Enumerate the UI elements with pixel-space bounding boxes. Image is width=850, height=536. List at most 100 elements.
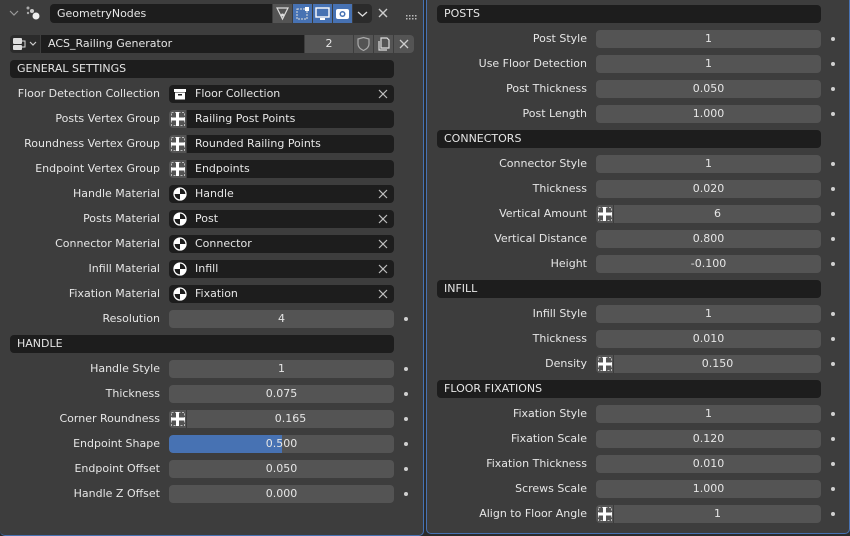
- remove-modifier-button[interactable]: [376, 6, 390, 23]
- edit-mode-icon: [276, 7, 289, 21]
- connector-material-field[interactable]: Connector: [169, 235, 394, 253]
- posts-vertex-group-field[interactable]: Railing Post Points: [169, 110, 394, 128]
- attribute-toggle-button[interactable]: [169, 160, 187, 178]
- property-label: Thickness: [105, 387, 160, 400]
- keyframe-dot-icon[interactable]: [831, 237, 835, 241]
- field-value: 0.050: [265, 462, 298, 475]
- posts-material-field[interactable]: Post: [169, 210, 394, 228]
- keyframe-dot-icon[interactable]: [831, 62, 835, 66]
- keyframe-dot-icon[interactable]: [831, 437, 835, 441]
- infill-style-field[interactable]: 1: [596, 305, 821, 323]
- keyframe-dot-icon[interactable]: [831, 462, 835, 466]
- endpoint-vertex-group-field[interactable]: Endpoints: [169, 160, 394, 178]
- keyframe-dot-icon[interactable]: [404, 492, 408, 496]
- align-to-floor-angle-field[interactable]: 1: [596, 505, 821, 523]
- fixation-thickness-field[interactable]: 0.010: [596, 455, 821, 473]
- keyframe-dot-icon[interactable]: [831, 187, 835, 191]
- section-header-handle[interactable]: HANDLE: [10, 335, 394, 353]
- fixation-material-field[interactable]: Fixation: [169, 285, 394, 303]
- clear-icon[interactable]: [378, 285, 388, 309]
- section-header-infill[interactable]: INFILL: [437, 280, 821, 298]
- keyframe-dot-icon[interactable]: [831, 37, 835, 41]
- keyframe-dot-icon[interactable]: [404, 442, 408, 446]
- field-value: 0.120: [692, 432, 725, 445]
- thickness-field[interactable]: 0.075: [169, 385, 394, 403]
- handle-z-offset-field[interactable]: 0.000: [169, 485, 394, 503]
- node-tree-icon: [13, 38, 37, 50]
- roundness-vertex-group-field[interactable]: Rounded Railing Points: [169, 135, 394, 153]
- keyframe-dot-icon[interactable]: [831, 162, 835, 166]
- attribute-toggle-button[interactable]: [596, 205, 614, 223]
- property-row-resolution: Resolution 4: [0, 310, 424, 328]
- fixation-style-field[interactable]: 1: [596, 405, 821, 423]
- clear-icon[interactable]: [378, 85, 388, 109]
- thickness-field[interactable]: 0.020: [596, 180, 821, 198]
- unlink-node-group-button[interactable]: [394, 35, 414, 53]
- clear-icon[interactable]: [378, 235, 388, 259]
- fixation-scale-field[interactable]: 0.120: [596, 430, 821, 448]
- keyframe-dot-icon[interactable]: [831, 312, 835, 316]
- floor-detection-collection-field[interactable]: Floor Collection: [169, 85, 394, 103]
- attribute-toggle-button[interactable]: [596, 355, 614, 373]
- keyframe-dot-icon[interactable]: [831, 412, 835, 416]
- keyframe-dot-icon[interactable]: [831, 112, 835, 116]
- close-icon: [378, 8, 388, 18]
- keyframe-dot-icon[interactable]: [404, 317, 408, 321]
- attribute-toggle-button[interactable]: [169, 110, 187, 128]
- post-length-field[interactable]: 1.000: [596, 105, 821, 123]
- collapse-chevron-icon[interactable]: [8, 7, 20, 22]
- clear-icon[interactable]: [378, 210, 388, 234]
- modifier-menu-dropdown[interactable]: [353, 4, 372, 23]
- keyframe-dot-icon[interactable]: [831, 487, 835, 491]
- node-group-name-field[interactable]: ACS_Railing Generator: [41, 35, 304, 53]
- users-count[interactable]: 2: [305, 35, 353, 53]
- attribute-toggle-button[interactable]: [169, 410, 187, 428]
- keyframe-dot-icon[interactable]: [831, 512, 835, 516]
- section-header-general-settings[interactable]: GENERAL SETTINGS: [10, 60, 394, 78]
- section-header-posts[interactable]: POSTS: [437, 5, 821, 23]
- handle-material-field[interactable]: Handle: [169, 185, 394, 203]
- render-toggle[interactable]: [333, 4, 352, 23]
- post-thickness-field[interactable]: 0.050: [596, 80, 821, 98]
- cage-toggle[interactable]: [293, 4, 312, 23]
- keyframe-dot-icon[interactable]: [404, 392, 408, 396]
- thickness-field[interactable]: 0.010: [596, 330, 821, 348]
- property-label: Post Length: [522, 107, 587, 120]
- vertical-amount-field[interactable]: 6: [596, 205, 821, 223]
- screws-scale-field[interactable]: 1.000: [596, 480, 821, 498]
- attribute-toggle-button[interactable]: [169, 135, 187, 153]
- modifier-name-field[interactable]: GeometryNodes: [50, 4, 272, 23]
- endpoint-offset-field[interactable]: 0.050: [169, 460, 394, 478]
- vertical-distance-field[interactable]: 0.800: [596, 230, 821, 248]
- connector-style-field[interactable]: 1: [596, 155, 821, 173]
- post-style-field[interactable]: 1: [596, 30, 821, 48]
- keyframe-dot-icon[interactable]: [404, 417, 408, 421]
- endpoint-shape-slider[interactable]: 0.500: [169, 435, 394, 453]
- resolution-field[interactable]: 4: [169, 310, 394, 328]
- keyframe-dot-icon[interactable]: [831, 262, 835, 266]
- section-header-floor-fixations[interactable]: FLOOR FIXATIONS: [437, 380, 821, 398]
- corner-roundness-field[interactable]: 0.165: [169, 410, 394, 428]
- use-floor-detection-field[interactable]: 1: [596, 55, 821, 73]
- node-group-name: ACS_Railing Generator: [48, 37, 173, 50]
- attribute-toggle-button[interactable]: [596, 505, 614, 523]
- keyframe-dot-icon[interactable]: [831, 212, 835, 216]
- fake-user-button[interactable]: [354, 35, 373, 53]
- keyframe-dot-icon[interactable]: [404, 467, 408, 471]
- keyframe-dot-icon[interactable]: [831, 87, 835, 91]
- infill-material-field[interactable]: Infill: [169, 260, 394, 278]
- realtime-toggle[interactable]: [313, 4, 332, 23]
- clear-icon[interactable]: [378, 185, 388, 209]
- keyframe-dot-icon[interactable]: [831, 362, 835, 366]
- height-field[interactable]: -0.100: [596, 255, 821, 273]
- duplicate-node-group-button[interactable]: [374, 35, 393, 53]
- edit-mode-toggle[interactable]: [273, 4, 292, 23]
- section-header-connectors[interactable]: CONNECTORS: [437, 130, 821, 148]
- density-field[interactable]: 0.150: [596, 355, 821, 373]
- node-group-browse-button[interactable]: [10, 35, 40, 53]
- drag-handle-icon[interactable]: [406, 11, 418, 24]
- handle-style-field[interactable]: 1: [169, 360, 394, 378]
- clear-icon[interactable]: [378, 260, 388, 284]
- keyframe-dot-icon[interactable]: [831, 337, 835, 341]
- keyframe-dot-icon[interactable]: [404, 367, 408, 371]
